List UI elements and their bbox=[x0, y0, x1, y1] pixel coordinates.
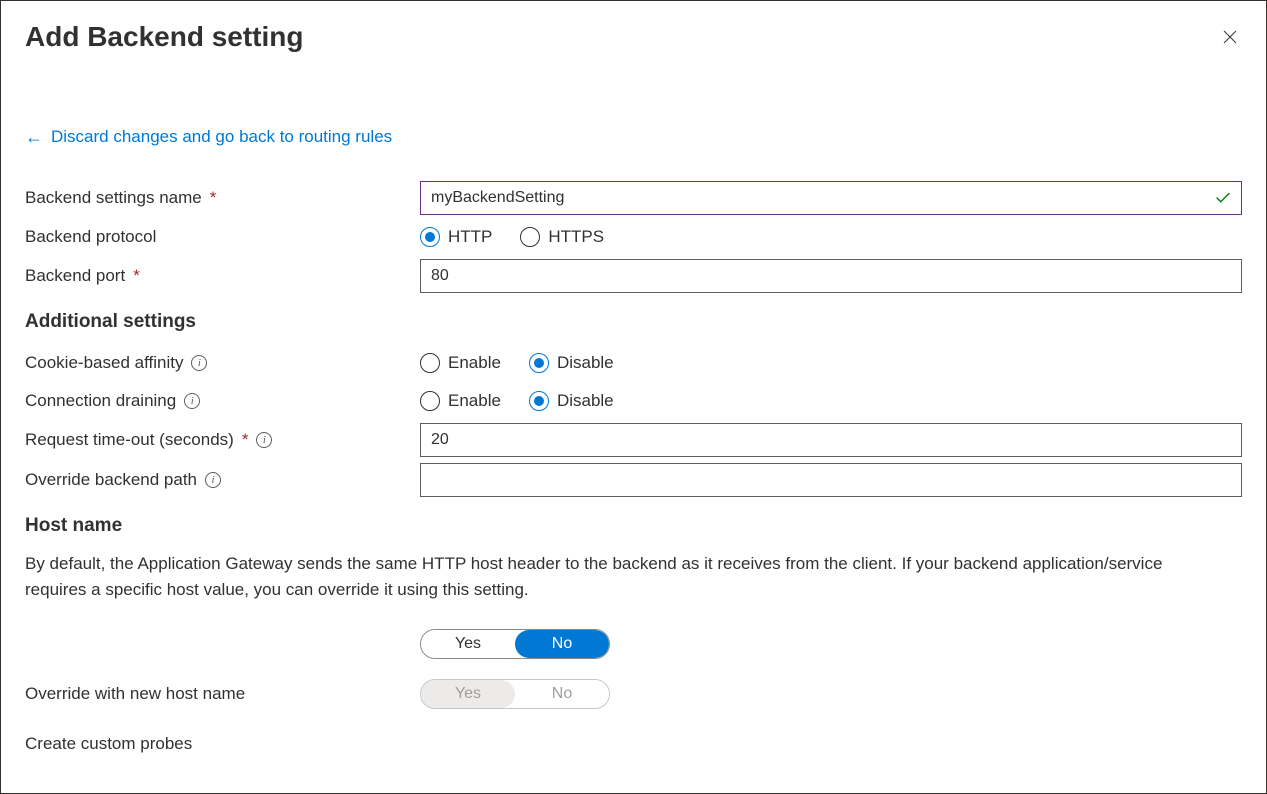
disable-label: Disable bbox=[557, 391, 614, 411]
protocol-http-radio[interactable]: HTTP bbox=[420, 227, 492, 247]
enable-label: Enable bbox=[448, 353, 501, 373]
discard-back-link[interactable]: ← Discard changes and go back to routing… bbox=[25, 127, 392, 147]
radio-icon bbox=[520, 227, 540, 247]
additional-settings-heading: Additional settings bbox=[25, 311, 1242, 333]
radio-icon bbox=[529, 353, 549, 373]
toggle-no-disabled: No bbox=[515, 680, 609, 708]
request-timeout-input[interactable] bbox=[420, 423, 1242, 457]
settings-name-input[interactable] bbox=[420, 181, 1242, 215]
override-host-name-label: Override with new host name bbox=[25, 684, 245, 704]
protocol-label: Backend protocol bbox=[25, 227, 156, 247]
override-hostname-toggle-disabled: Yes No bbox=[420, 679, 610, 709]
create-custom-probes-label: Create custom probes bbox=[25, 734, 192, 754]
page-title: Add Backend setting bbox=[25, 21, 303, 53]
connection-draining-label: Connection draining bbox=[25, 391, 176, 411]
connection-draining-disable-radio[interactable]: Disable bbox=[529, 391, 614, 411]
toggle-yes-disabled: Yes bbox=[421, 680, 515, 708]
disable-label: Disable bbox=[557, 353, 614, 373]
arrow-left-icon: ← bbox=[25, 128, 43, 146]
close-icon[interactable] bbox=[1218, 25, 1242, 49]
info-icon[interactable] bbox=[191, 355, 207, 371]
back-link-label: Discard changes and go back to routing r… bbox=[51, 127, 392, 147]
protocol-http-label: HTTP bbox=[448, 227, 492, 247]
info-icon[interactable] bbox=[205, 472, 221, 488]
settings-name-label: Backend settings name bbox=[25, 188, 202, 208]
toggle-no[interactable]: No bbox=[515, 630, 609, 658]
protocol-https-label: HTTPS bbox=[548, 227, 604, 247]
toggle-yes[interactable]: Yes bbox=[421, 630, 515, 658]
radio-icon bbox=[420, 353, 440, 373]
cookie-affinity-label: Cookie-based affinity bbox=[25, 353, 183, 373]
enable-label: Enable bbox=[448, 391, 501, 411]
radio-icon bbox=[420, 227, 440, 247]
required-indicator: * bbox=[133, 266, 140, 286]
required-indicator: * bbox=[242, 430, 249, 450]
port-label: Backend port bbox=[25, 266, 125, 286]
override-hostname-enable-toggle[interactable]: Yes No bbox=[420, 629, 610, 659]
cookie-affinity-disable-radio[interactable]: Disable bbox=[529, 353, 614, 373]
info-icon[interactable] bbox=[184, 393, 200, 409]
host-name-description: By default, the Application Gateway send… bbox=[25, 551, 1225, 602]
override-backend-path-input[interactable] bbox=[420, 463, 1242, 497]
cookie-affinity-enable-radio[interactable]: Enable bbox=[420, 353, 501, 373]
port-input[interactable] bbox=[420, 259, 1242, 293]
protocol-https-radio[interactable]: HTTPS bbox=[520, 227, 604, 247]
radio-icon bbox=[529, 391, 549, 411]
radio-icon bbox=[420, 391, 440, 411]
host-name-heading: Host name bbox=[25, 515, 1242, 537]
override-backend-path-label: Override backend path bbox=[25, 470, 197, 490]
request-timeout-label: Request time-out (seconds) bbox=[25, 430, 234, 450]
info-icon[interactable] bbox=[256, 432, 272, 448]
required-indicator: * bbox=[210, 188, 217, 208]
connection-draining-enable-radio[interactable]: Enable bbox=[420, 391, 501, 411]
